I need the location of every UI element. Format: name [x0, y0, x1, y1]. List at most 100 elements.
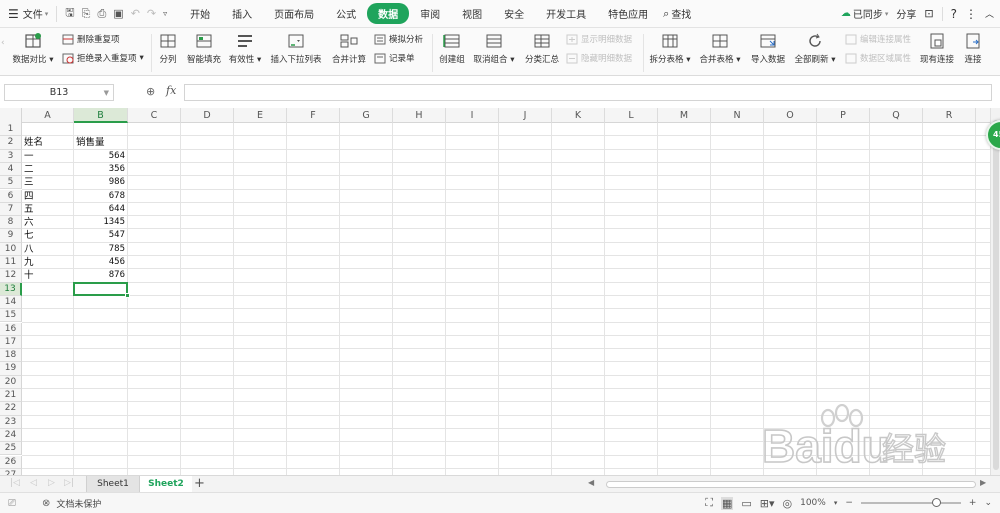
record-sheet-button[interactable]: 记录单 [374, 52, 415, 64]
row-header-8[interactable]: 8 [0, 216, 22, 230]
macro-icon[interactable]: ⎚ [8, 498, 16, 509]
cell-name[interactable]: 三 [22, 176, 74, 189]
more-icon[interactable]: ⋮ [965, 7, 977, 21]
cell-sales[interactable]: 1345 [74, 216, 128, 229]
row-header-4[interactable]: 4 [0, 162, 22, 177]
smart-fill-button[interactable]: 智能填充 [183, 28, 225, 65]
row-header-1[interactable]: 1 [0, 123, 22, 137]
cell-header-name[interactable]: 姓名 [22, 136, 74, 149]
cell-name[interactable]: 九 [22, 256, 74, 269]
column-header-B[interactable]: B [74, 108, 128, 123]
column-header-M[interactable]: M [658, 108, 711, 123]
zoom-slider[interactable] [860, 498, 961, 508]
cell-name[interactable]: 十 [22, 269, 74, 282]
tab-5[interactable]: 审阅 [409, 3, 451, 24]
column-header-E[interactable]: E [234, 108, 287, 123]
column-header-R[interactable]: R [923, 108, 976, 123]
page-break-view-icon[interactable]: ▭ [741, 497, 751, 510]
ungroup-button[interactable]: 取消组合 ▾ [471, 28, 517, 65]
existing-connections-button[interactable]: 现有连接 [918, 28, 956, 65]
cell-name[interactable]: 六 [22, 216, 74, 229]
sync-status[interactable]: ☁ 已同步 ▾ [841, 6, 889, 21]
row-header-18[interactable]: 18 [0, 349, 22, 363]
fullscreen-icon[interactable]: ⛶ [705, 496, 713, 510]
scroll-left-icon[interactable]: ◀ [588, 478, 594, 487]
column-header-D[interactable]: D [181, 108, 234, 123]
tab-3[interactable]: 公式 [325, 3, 367, 24]
eye-protection-icon[interactable]: ◎ [783, 497, 793, 510]
cell-name[interactable]: 八 [22, 243, 74, 256]
scroll-thumb[interactable] [993, 120, 999, 470]
create-group-button[interactable]: 创建组 [436, 28, 468, 65]
next-sheet-icon[interactable]: ▷ [48, 478, 55, 488]
scroll-right-icon[interactable]: ▶ [980, 478, 986, 487]
select-all-corner[interactable] [0, 108, 22, 123]
save-as-icon[interactable]: ⎘ [82, 7, 91, 21]
cell-name[interactable]: 二 [22, 163, 74, 176]
share-button[interactable]: 分享 [896, 6, 916, 21]
zoom-out-button[interactable]: − [845, 498, 853, 508]
cell-sales[interactable]: 678 [74, 190, 128, 203]
cell-sales[interactable]: 564 [74, 150, 128, 163]
row-header-20[interactable]: 20 [0, 375, 22, 389]
cell-sales[interactable]: 456 [74, 256, 128, 269]
row-header-16[interactable]: 16 [0, 322, 22, 336]
cell-area[interactable]: 姓名 销售量一 564 二 356 三 986 四 678 五 644 六 1345 七 547 八 785 九 4… [22, 123, 990, 475]
row-header-2[interactable]: 2 [0, 136, 22, 150]
column-header-Q[interactable]: Q [870, 108, 923, 123]
comment-icon[interactable]: ⊡ [924, 7, 933, 20]
row-header-12[interactable]: 12 [0, 269, 22, 283]
cell-sales[interactable]: 876 [74, 269, 128, 282]
cell-sales[interactable]: 547 [74, 229, 128, 242]
column-header-F[interactable]: F [287, 108, 340, 123]
file-menu[interactable]: ☰ 文件 ▾ [0, 6, 56, 22]
insert-dropdown-list-button[interactable]: 插入下拉列表 [268, 28, 324, 65]
row-header-21[interactable]: 21 [0, 389, 22, 403]
row-header-26[interactable]: 26 [0, 455, 22, 469]
cell-sales[interactable]: 356 [74, 163, 128, 176]
chevron-down-icon[interactable]: ▾ [834, 499, 838, 507]
column-header-H[interactable]: H [393, 108, 446, 123]
column-header-C[interactable]: C [128, 108, 181, 123]
row-header-19[interactable]: 19 [0, 362, 22, 376]
cell-name[interactable]: 七 [22, 229, 74, 242]
fill-handle[interactable] [125, 292, 130, 298]
prev-sheet-icon[interactable]: ◁ [30, 478, 37, 488]
connect-button[interactable]: 连接 [960, 28, 986, 65]
print-preview-icon[interactable]: ▣ [113, 7, 123, 20]
cell-sales[interactable]: 644 [74, 203, 128, 216]
data-compare-button[interactable]: 数据对比 ▾ [8, 28, 58, 65]
row-header-24[interactable]: 24 [0, 428, 22, 443]
merge-calc-button[interactable]: 合并计算 [328, 28, 370, 65]
column-header-N[interactable]: N [711, 108, 764, 123]
cell-sales[interactable]: 986 [74, 176, 128, 189]
hide-detail-button[interactable]: 隐藏明细数据 [566, 52, 632, 64]
undo-icon[interactable]: ↶ [131, 7, 140, 20]
refresh-all-button[interactable]: 全部刷新 ▾ [792, 28, 838, 65]
reject-duplicates-button[interactable]: 拒绝录入重复项 ▾ [62, 52, 144, 64]
row-header-15[interactable]: 15 [0, 309, 22, 323]
row-header-10[interactable]: 10 [0, 242, 22, 256]
tab-8[interactable]: 开发工具 [535, 3, 597, 24]
tab-1[interactable]: 插入 [221, 3, 263, 24]
cell-name[interactable]: 四 [22, 190, 74, 203]
tab-7[interactable]: 安全 [493, 3, 535, 24]
first-sheet-icon[interactable]: |◁ [10, 478, 20, 488]
formula-input[interactable] [184, 84, 992, 101]
row-header-13[interactable]: 13 [0, 282, 22, 296]
last-sheet-icon[interactable]: ▷| [64, 478, 74, 488]
horizontal-scrollbar[interactable]: ◀ ▶ [584, 478, 988, 490]
subtotal-button[interactable]: 分类汇总 [522, 28, 562, 65]
customize-toolbar-icon[interactable]: ▿ [163, 9, 167, 18]
zoom-in-button[interactable]: + [969, 498, 977, 508]
tab-0[interactable]: 开始 [179, 3, 221, 24]
split-table-button[interactable]: 拆分表格 ▾ [648, 28, 692, 65]
tab-2[interactable]: 页面布局 [263, 3, 325, 24]
scroll-thumb[interactable] [606, 481, 976, 488]
row-header-23[interactable]: 23 [0, 415, 22, 429]
row-header-17[interactable]: 17 [0, 335, 22, 350]
tab-6[interactable]: 视图 [451, 3, 493, 24]
ribbon-scroll-left-icon[interactable]: ‹ [1, 38, 7, 68]
tab-4[interactable]: 数据 [367, 3, 410, 24]
column-header-P[interactable]: P [817, 108, 870, 123]
